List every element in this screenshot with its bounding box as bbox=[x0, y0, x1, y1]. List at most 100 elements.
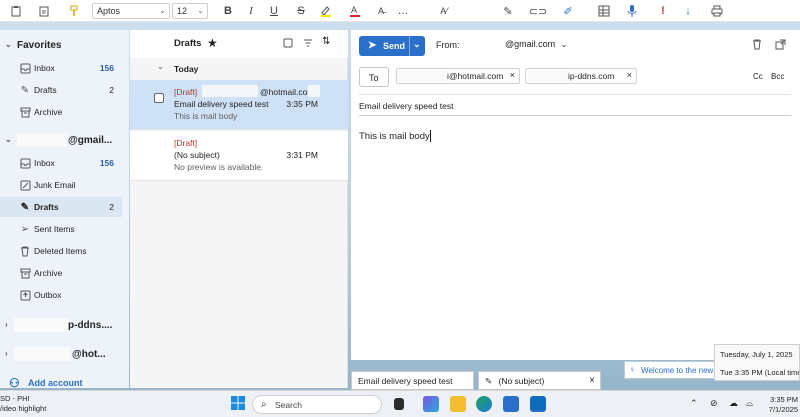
task-view-icon[interactable] bbox=[394, 398, 404, 410]
folder-label: Sent Items bbox=[34, 224, 75, 234]
lightbulb-icon: ♀ bbox=[629, 365, 635, 374]
redacted-block bbox=[14, 318, 68, 332]
windows-start-icon[interactable] bbox=[231, 396, 247, 412]
styles-icon[interactable]: A⁄ bbox=[436, 3, 452, 19]
folder-deleted[interactable]: Deleted Items bbox=[0, 241, 122, 261]
folder-label: Drafts bbox=[34, 85, 57, 95]
tab-label: Email delivery speed test bbox=[358, 376, 453, 386]
close-icon[interactable]: × bbox=[589, 375, 595, 386]
folder-inbox[interactable]: Inbox 156 bbox=[0, 153, 122, 173]
message-row[interactable]: [Draft] (No subject) 3:31 PM No preview … bbox=[130, 131, 348, 181]
draft-tab[interactable]: Email delivery speed test bbox=[351, 371, 474, 390]
favorites-drafts[interactable]: ✎ Drafts 2 bbox=[0, 80, 122, 100]
chevron-down-icon: ⌄ bbox=[159, 6, 166, 15]
cc-button[interactable]: Cc bbox=[753, 72, 763, 81]
trash-icon bbox=[19, 245, 31, 257]
low-importance-icon[interactable]: ↓ bbox=[680, 3, 696, 19]
folder-outbox[interactable]: Outbox bbox=[0, 285, 122, 305]
favorite-star-icon[interactable]: ★ bbox=[207, 36, 218, 50]
sign-icon[interactable]: ✎ bbox=[500, 3, 516, 19]
network-icon[interactable]: ⊘ bbox=[710, 398, 718, 409]
favorites-archive[interactable]: Archive bbox=[0, 102, 122, 122]
clipboard-icon[interactable] bbox=[8, 3, 24, 19]
message-time: 3:31 PM bbox=[286, 150, 318, 160]
link-icon[interactable]: ⊂⊃ bbox=[529, 3, 547, 19]
chevron-up-icon[interactable]: ⌃ bbox=[690, 398, 698, 409]
underline-icon[interactable]: U bbox=[266, 3, 282, 19]
recipient-chip[interactable]: ip-ddns.com × bbox=[525, 68, 637, 84]
tooltip-date: Tuesday, July 1, 2025 bbox=[720, 350, 793, 359]
folder-label: Drafts bbox=[34, 202, 59, 212]
divider bbox=[359, 94, 791, 95]
chevron-right-icon: › bbox=[5, 320, 8, 329]
close-icon[interactable]: × bbox=[627, 70, 632, 80]
junk-icon bbox=[19, 179, 31, 191]
account-ddns-header[interactable]: › p-ddns.... bbox=[0, 316, 128, 336]
taskbar-search[interactable]: ⌕ Search bbox=[252, 395, 382, 414]
close-icon[interactable]: × bbox=[510, 70, 515, 80]
archive-icon bbox=[19, 267, 31, 279]
account-gmail-header[interactable]: ⌄ @gmail... bbox=[0, 131, 128, 151]
welcome-notification[interactable]: ♀ Welcome to the new O bbox=[624, 361, 724, 379]
search-icon: ⌕ bbox=[261, 399, 267, 410]
strikethrough-icon[interactable]: S bbox=[293, 3, 309, 19]
group-today[interactable]: ⌄ Today bbox=[130, 60, 348, 78]
clear-format-icon[interactable]: A̶ bbox=[373, 3, 389, 19]
message-body-editor[interactable]: This is mail body bbox=[359, 128, 791, 348]
cloud-icon[interactable]: ☁ bbox=[729, 398, 738, 409]
to-button[interactable]: To bbox=[359, 67, 389, 87]
edge-icon[interactable] bbox=[476, 396, 492, 412]
font-size-dropdown[interactable]: 12 ⌄ bbox=[172, 3, 208, 19]
subject-field[interactable]: Email delivery speed test bbox=[359, 98, 791, 116]
clock-time: 3:35 PM bbox=[770, 395, 798, 404]
draft-tab[interactable]: ✎ (No subject) × bbox=[478, 371, 601, 390]
sort-icon[interactable]: ⇅ bbox=[322, 36, 330, 47]
table-icon[interactable] bbox=[596, 3, 612, 19]
copilot-icon[interactable] bbox=[423, 396, 439, 412]
message-checkbox[interactable] bbox=[154, 93, 164, 103]
draw-icon[interactable]: ✐ bbox=[560, 3, 576, 19]
dictate-icon[interactable] bbox=[624, 3, 640, 19]
format-painter-icon[interactable] bbox=[66, 3, 82, 19]
folder-junk[interactable]: Junk Email bbox=[0, 175, 122, 195]
importance-icon[interactable]: ! bbox=[655, 3, 671, 19]
folder-archive[interactable]: Archive bbox=[0, 263, 122, 283]
folder-title: Drafts bbox=[174, 38, 202, 49]
bold-icon[interactable]: B bbox=[220, 3, 236, 19]
select-icon[interactable] bbox=[282, 37, 294, 49]
folder-drafts[interactable]: ✎ Drafts 2 bbox=[0, 197, 122, 217]
favorites-inbox[interactable]: Inbox 156 bbox=[0, 58, 122, 78]
favorites-header[interactable]: ⌄ Favorites bbox=[0, 36, 128, 56]
folder-sent[interactable]: ➢ Sent Items bbox=[0, 219, 122, 239]
outlook-icon[interactable] bbox=[530, 396, 546, 412]
file-explorer-icon[interactable] bbox=[450, 396, 466, 412]
paste-icon[interactable] bbox=[36, 3, 52, 19]
chevron-down-icon: ⌄ bbox=[197, 6, 204, 15]
chevron-down-icon[interactable]: ⌄ bbox=[413, 39, 421, 50]
item-count: 2 bbox=[109, 202, 114, 212]
print-icon[interactable] bbox=[709, 3, 725, 19]
weather-widget[interactable]: SD - PHI /ideo highlight bbox=[0, 394, 46, 414]
font-color-icon[interactable]: A bbox=[347, 3, 363, 19]
message-row[interactable]: [Draft] @hotmail.com; Email delivery spe… bbox=[130, 80, 348, 130]
account-hotmail-header[interactable]: › @hot... bbox=[0, 345, 128, 365]
more-icon[interactable]: … bbox=[395, 3, 411, 19]
recipient-chip[interactable]: i@hotmail.com × bbox=[396, 68, 520, 84]
font-name-dropdown[interactable]: Aptos ⌄ bbox=[92, 3, 170, 19]
send-button[interactable]: ➤ Send ⌄ bbox=[359, 36, 425, 56]
ribbon-toolbar: Aptos ⌄ 12 ⌄ B I U S A A̶ … A⁄ ✎ ⊂⊃ ✐ ! … bbox=[0, 0, 800, 22]
store-icon[interactable] bbox=[503, 396, 519, 412]
to-label: To bbox=[369, 73, 379, 83]
discard-icon[interactable] bbox=[751, 38, 763, 50]
filter-icon[interactable] bbox=[302, 37, 314, 49]
italic-icon[interactable]: I bbox=[243, 3, 259, 19]
send-icon: ➤ bbox=[368, 40, 377, 51]
bcc-button[interactable]: Bcc bbox=[771, 72, 784, 81]
item-count: 2 bbox=[109, 85, 114, 95]
from-account-dropdown[interactable]: @gmail.com ⌄ bbox=[505, 39, 567, 49]
pop-out-icon[interactable] bbox=[774, 38, 786, 50]
wifi-icon[interactable]: ⌓ bbox=[746, 398, 753, 409]
tab-label: (No subject) bbox=[498, 376, 545, 386]
system-clock[interactable]: 3:35 PM 7/1/2025 bbox=[762, 395, 798, 415]
highlight-icon[interactable] bbox=[318, 3, 334, 19]
